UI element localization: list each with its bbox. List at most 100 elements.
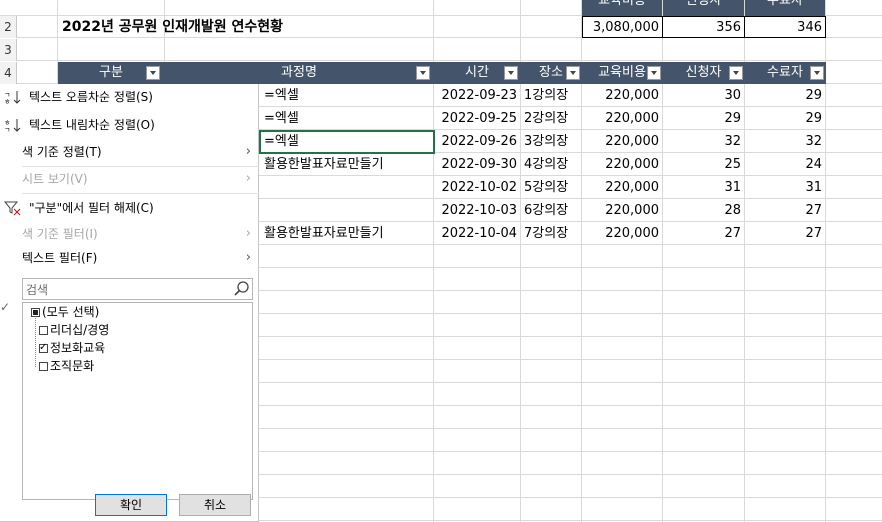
row-header[interactable]: 3: [0, 39, 17, 61]
menu-sort-descending-label: 텍스트 내림차순 정렬(O): [29, 118, 155, 132]
row-1: 교육비용 신청자 수료자: [0, 0, 882, 16]
row-header[interactable]: 4: [0, 62, 17, 84]
cell-place[interactable]: 5강의장: [521, 177, 581, 199]
sort-descending-icon: ㅎㄱ: [4, 117, 22, 134]
cell-applicants[interactable]: 27: [663, 223, 744, 245]
cell-completers[interactable]: 32: [745, 131, 825, 153]
cancel-button[interactable]: 취소: [179, 494, 251, 516]
filter-dropdown-icon[interactable]: [810, 66, 824, 80]
autofilter-menu: ㄱㅎ 텍스트 오름차순 정렬(S) ㅎㄱ 텍스트 내림차순 정렬(O) 색 기준…: [0, 84, 259, 522]
menu-clear-filter[interactable]: "구분"에서 필터 해제(C): [0, 197, 259, 219]
ok-button[interactable]: 확인: [95, 494, 167, 516]
cell-place[interactable]: 7강의장: [521, 223, 581, 245]
filter-search-input[interactable]: 검색: [22, 278, 253, 300]
tree-item-leadership[interactable]: 리더십/경영: [39, 321, 109, 339]
tree-item-label: 리더십/경영: [50, 323, 110, 337]
search-placeholder: 검색: [26, 283, 49, 297]
tree-item-it-education[interactable]: 정보화교육: [39, 339, 105, 357]
tree-item-label: (모두 선택): [42, 305, 100, 319]
filter-value-list[interactable]: (모두 선택) 리더십/경영 정보화교육 조직문화: [22, 302, 253, 500]
cell-place[interactable]: 4강의장: [521, 154, 581, 176]
cell-cost[interactable]: 220,000: [582, 200, 662, 222]
chevron-right-icon: ›: [245, 171, 251, 186]
summary-cost: 3,080,000: [582, 16, 663, 38]
filter-dropdown-icon[interactable]: [416, 66, 430, 80]
active-cell-border: [259, 130, 435, 154]
summary-cost-label: 교육비용: [582, 0, 662, 16]
checkmark-icon: ✓: [0, 300, 11, 314]
cell-completers[interactable]: 29: [745, 108, 825, 130]
filter-dropdown-icon[interactable]: [504, 66, 518, 80]
cell-course[interactable]: =엑셀: [261, 85, 433, 107]
menu-separator: [22, 166, 259, 167]
cell-applicants[interactable]: 29: [663, 108, 744, 130]
cell-applicants[interactable]: 25: [663, 154, 744, 176]
cell-completers[interactable]: 29: [745, 85, 825, 107]
menu-sort-descending[interactable]: ㅎㄱ 텍스트 내림차순 정렬(O): [0, 114, 259, 136]
cell-course[interactable]: 활용한발표자료만들기: [261, 154, 433, 176]
cell-cost[interactable]: 220,000: [582, 177, 662, 199]
filter-active-icon[interactable]: [146, 66, 160, 80]
search-icon: [234, 281, 250, 297]
cell-completers[interactable]: 24: [745, 154, 825, 176]
row-2: 2 2022년 공무원 인재개발원 연수현황 3,080,000 356 346: [0, 16, 882, 38]
menu-sort-ascending[interactable]: ㄱㅎ 텍스트 오름차순 정렬(S): [0, 86, 259, 108]
cell-applicants[interactable]: 31: [663, 177, 744, 199]
cell-place[interactable]: 6강의장: [521, 200, 581, 222]
cell-cost[interactable]: 220,000: [582, 131, 662, 153]
tree-item-org-culture[interactable]: 조직문화: [39, 357, 94, 375]
row-4: 4 구분 과정명 시간 장소 교육비용 신청자 수료자: [0, 62, 882, 84]
menu-text-filter[interactable]: 텍스트 필터(F) ›: [0, 247, 259, 269]
cell-date[interactable]: 2022-09-26: [434, 131, 520, 153]
summary-applicants-label: 신청자: [663, 0, 744, 16]
chevron-right-icon: ›: [245, 250, 251, 265]
row-header[interactable]: 2: [0, 16, 17, 38]
cell-date[interactable]: 2022-10-04: [434, 223, 520, 245]
checkbox-checked-icon[interactable]: [39, 339, 48, 357]
chevron-right-icon: ›: [245, 144, 251, 159]
summary-completers: 346: [744, 16, 826, 38]
cell-date[interactable]: 2022-10-03: [434, 200, 520, 222]
cell-course[interactable]: =엑셀: [261, 108, 433, 130]
cell-cost[interactable]: 220,000: [582, 154, 662, 176]
cell-completers[interactable]: 27: [745, 223, 825, 245]
cell-cost[interactable]: 220,000: [582, 85, 662, 107]
checkbox-unchecked-icon[interactable]: [39, 326, 48, 335]
cell-completers[interactable]: 31: [745, 177, 825, 199]
summary-applicants: 356: [662, 16, 745, 38]
menu-separator: [22, 193, 259, 194]
cell-applicants[interactable]: 30: [663, 85, 744, 107]
filter-dropdown-icon[interactable]: [647, 66, 661, 80]
cell-cost[interactable]: 220,000: [582, 108, 662, 130]
chevron-right-icon: ›: [245, 226, 251, 241]
cell-completers[interactable]: 27: [745, 200, 825, 222]
clear-filter-icon: [3, 200, 22, 216]
cell-date[interactable]: 2022-10-02: [434, 177, 520, 199]
cell-applicants[interactable]: 28: [663, 200, 744, 222]
cell-course[interactable]: [261, 200, 433, 222]
cell-date[interactable]: 2022-09-25: [434, 108, 520, 130]
menu-filter-by-color: 색 기준 필터(I) ›: [0, 223, 259, 245]
checkbox-unchecked-icon[interactable]: [39, 362, 48, 371]
cell-place[interactable]: 3강의장: [521, 131, 581, 153]
menu-sort-by-color[interactable]: 색 기준 정렬(T) ›: [0, 141, 259, 163]
cell-place[interactable]: 1강의장: [521, 85, 581, 107]
menu-text-filter-label: 텍스트 필터(F): [22, 251, 98, 265]
svg-text:ㄱ: ㄱ: [4, 126, 10, 133]
cell-place[interactable]: 2강의장: [521, 108, 581, 130]
cell-date[interactable]: 2022-09-23: [434, 85, 520, 107]
checkbox-partial-icon[interactable]: [31, 308, 40, 317]
sort-ascending-icon: ㄱㅎ: [4, 89, 22, 106]
tree-item-select-all[interactable]: (모두 선택): [31, 303, 99, 321]
tree-item-label: 정보화교육: [50, 341, 106, 355]
filter-dropdown-icon[interactable]: [566, 66, 580, 80]
cell-course[interactable]: [261, 177, 433, 199]
cell-course[interactable]: 활용한발표자료만들기: [261, 223, 433, 245]
cell-applicants[interactable]: 32: [663, 131, 744, 153]
menu-filter-by-color-label: 색 기준 필터(I): [22, 227, 98, 241]
cell-date[interactable]: 2022-09-30: [434, 154, 520, 176]
menu-sort-by-color-label: 색 기준 정렬(T): [22, 145, 102, 159]
menu-sheet-view-label: 시트 보기(V): [22, 172, 88, 186]
filter-dropdown-icon[interactable]: [729, 66, 743, 80]
cell-cost[interactable]: 220,000: [582, 223, 662, 245]
